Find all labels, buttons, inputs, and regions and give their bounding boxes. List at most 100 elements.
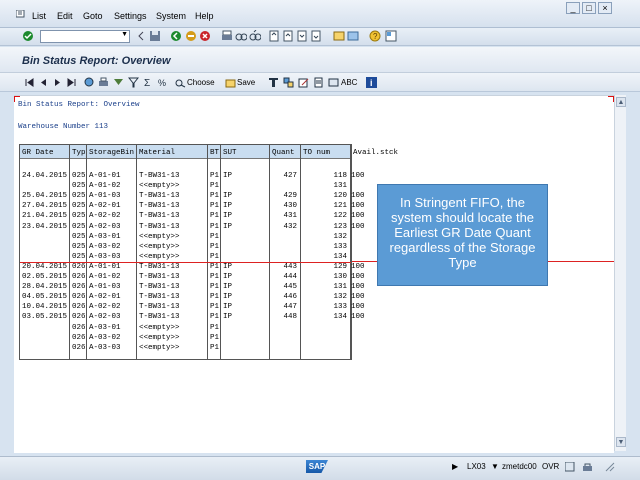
first-icon[interactable] [24, 77, 35, 88]
abc-analysis-icon[interactable] [328, 77, 339, 88]
close-icon[interactable]: × [598, 2, 612, 14]
cell-storage-bin[interactable]: A-02-01 [89, 293, 121, 302]
cell-storage-bin[interactable]: A-02-01 [89, 202, 121, 211]
column-header-gr-date[interactable]: GR Date [20, 145, 70, 159]
cell-to-number[interactable]: 134 [301, 253, 347, 262]
cell-to-number[interactable]: 132 [301, 293, 347, 302]
cell-quant[interactable] [270, 243, 297, 252]
cell-quant[interactable]: 446 [270, 293, 297, 302]
cell-available-stock[interactable]: 100 [351, 192, 365, 201]
cell-to-number[interactable]: 134 [301, 313, 347, 322]
cell-to-number[interactable]: 123 [301, 223, 347, 232]
enter-icon[interactable] [22, 30, 34, 42]
cell-quant[interactable] [270, 344, 297, 353]
cell-storage-bin[interactable]: A-03-02 [89, 334, 121, 343]
cell-bin-type[interactable]: P1 [210, 192, 219, 201]
cell-bin-type[interactable]: P1 [210, 283, 219, 292]
cell-bin-type[interactable]: P1 [210, 182, 219, 191]
cell-material[interactable]: <<empty>> [139, 344, 180, 353]
cell-material[interactable]: <<empty>> [139, 334, 180, 343]
cell-material[interactable]: <<empty>> [139, 324, 180, 333]
filter-icon[interactable] [128, 77, 139, 88]
cell-storage-bin[interactable]: A-01-01 [89, 263, 121, 272]
cell-storage-type[interactable]: 026 [72, 334, 86, 343]
cell-to-number[interactable]: 129 [301, 263, 347, 272]
cell-su-type[interactable]: IP [223, 223, 232, 232]
previous-page-icon[interactable] [282, 30, 294, 42]
cell-available-stock[interactable]: 100 [351, 283, 365, 292]
cell-gr-date[interactable]: 02.05.2015 [22, 273, 67, 282]
menu-icon[interactable] [16, 10, 26, 19]
cell-su-type[interactable]: IP [223, 202, 232, 211]
cell-material[interactable]: T-BW31-13 [139, 283, 180, 292]
column-header-to-number[interactable]: TO num [301, 145, 351, 159]
cell-storage-type[interactable]: 025 [72, 233, 86, 242]
cell-storage-bin[interactable]: A-01-02 [89, 273, 121, 282]
command-field[interactable]: ▼ [40, 30, 130, 43]
cell-material[interactable]: T-BW31-13 [139, 313, 180, 322]
cell-su-type[interactable]: IP [223, 303, 232, 312]
column-header-quant[interactable]: Quant [270, 145, 301, 159]
cell-to-number[interactable]: 133 [301, 243, 347, 252]
details-icon[interactable] [84, 77, 95, 88]
cell-bin-type[interactable]: P1 [210, 253, 219, 262]
cell-bin-type[interactable]: P1 [210, 212, 219, 221]
cell-bin-type[interactable]: P1 [210, 172, 219, 181]
cell-bin-type[interactable]: P1 [210, 202, 219, 211]
cell-gr-date[interactable]: 04.05.2015 [22, 293, 67, 302]
cell-available-stock[interactable]: 100 [351, 273, 365, 282]
cell-storage-type[interactable]: 025 [72, 212, 86, 221]
cell-su-type[interactable]: IP [223, 263, 232, 272]
cell-su-type[interactable]: IP [223, 293, 232, 302]
cell-storage-type[interactable]: 026 [72, 263, 86, 272]
sort-ascending-icon[interactable] [113, 77, 124, 88]
cell-material[interactable]: T-BW31-13 [139, 303, 180, 312]
status-panel-icon[interactable] [565, 462, 575, 472]
cell-available-stock[interactable]: 100 [351, 172, 365, 181]
print-icon[interactable] [221, 30, 233, 42]
choose-icon[interactable] [175, 77, 186, 88]
cell-gr-date[interactable]: 03.05.2015 [22, 313, 67, 322]
cell-bin-type[interactable]: P1 [210, 303, 219, 312]
menu-goto[interactable]: Goto [83, 11, 103, 21]
chevron-down-icon[interactable]: ▼ [491, 462, 499, 471]
cell-available-stock[interactable]: 100 [351, 223, 365, 232]
cell-to-number[interactable]: 132 [301, 233, 347, 242]
vertical-scrollbar[interactable]: ▲ ▼ [614, 95, 626, 451]
cell-material[interactable]: T-BW31-13 [139, 172, 180, 181]
save-list-icon[interactable] [225, 77, 236, 88]
cell-available-stock[interactable]: 100 [351, 303, 365, 312]
menu-system[interactable]: System [156, 11, 186, 21]
find-next-icon[interactable] [249, 30, 261, 42]
cell-material[interactable]: T-BW31-13 [139, 273, 180, 282]
cell-storage-type[interactable]: 025 [72, 253, 86, 262]
cell-bin-type[interactable]: P1 [210, 344, 219, 353]
next-page-icon[interactable] [296, 30, 308, 42]
cell-storage-bin[interactable]: A-03-01 [89, 324, 121, 333]
cell-bin-type[interactable]: P1 [210, 243, 219, 252]
cell-material[interactable]: <<empty>> [139, 243, 180, 252]
play-icon[interactable]: ▶ [452, 462, 458, 471]
cell-quant[interactable]: 444 [270, 273, 297, 282]
shortcut-icon[interactable] [347, 30, 359, 42]
cell-gr-date[interactable]: 21.04.2015 [22, 212, 67, 221]
cell-quant[interactable] [270, 324, 297, 333]
cell-bin-type[interactable]: P1 [210, 263, 219, 272]
cell-bin-type[interactable]: P1 [210, 223, 219, 232]
info-icon[interactable]: i [366, 77, 377, 88]
menu-edit[interactable]: Edit [57, 11, 73, 21]
cell-to-number[interactable]: 130 [301, 273, 347, 282]
cell-available-stock[interactable]: 100 [351, 263, 365, 272]
cell-gr-date[interactable]: 23.04.2015 [22, 223, 67, 232]
cell-to-number[interactable]: 131 [301, 283, 347, 292]
menu-settings[interactable]: Settings [114, 11, 147, 21]
cell-material[interactable]: T-BW31-13 [139, 263, 180, 272]
cell-quant[interactable]: 429 [270, 192, 297, 201]
cell-material[interactable]: T-BW31-13 [139, 192, 180, 201]
abc-button[interactable]: ABC [341, 78, 357, 87]
cell-su-type[interactable]: IP [223, 273, 232, 282]
cell-storage-bin[interactable]: A-01-03 [89, 192, 121, 201]
cell-quant[interactable] [270, 334, 297, 343]
minimize-icon[interactable]: _ [566, 2, 580, 14]
cell-gr-date[interactable]: 10.04.2015 [22, 303, 67, 312]
